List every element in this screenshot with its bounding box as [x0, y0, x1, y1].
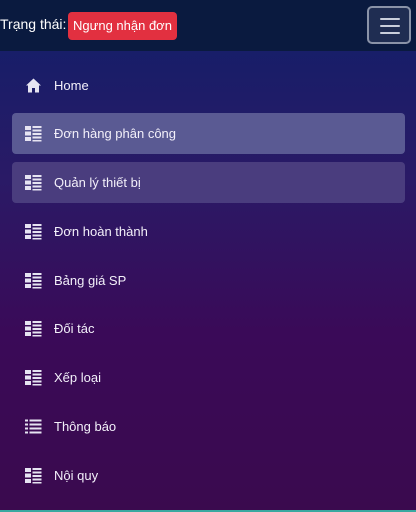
sidebar-item-label: Xếp loại [54, 370, 101, 385]
sidebar-item-home[interactable]: Home [12, 65, 405, 106]
sidebar-item-doi-tac[interactable]: Đối tác [12, 308, 405, 349]
top-navbar: Trạng thái: Ngưng nhận đơn [0, 0, 416, 51]
app-screen: Trạng thái: Ngưng nhận đơn Home Đơn hàng… [0, 0, 416, 512]
home-icon [26, 78, 41, 93]
sidebar-item-label: Thông báo [54, 419, 117, 434]
list-detail-icon [25, 273, 42, 289]
sidebar-item-label: Quản lý thiết bị [54, 175, 141, 190]
list-detail-icon [25, 175, 42, 191]
list-detail-icon [25, 224, 42, 240]
sidebar-item-thong-bao[interactable]: Thông báo [12, 406, 405, 447]
list-icon [25, 419, 42, 434]
status-label: Trạng thái: [0, 16, 67, 32]
sidebar-item-label: Đơn hoàn thành [54, 224, 148, 239]
sidebar-item-label: Home [54, 78, 89, 93]
sidebar-item-label: Đối tác [54, 321, 95, 336]
sidebar-item-xep-loai[interactable]: Xếp loại [12, 357, 405, 398]
sidebar-item-label: Bảng giá SP [54, 273, 127, 288]
sidebar-item-label: Đơn hàng phân công [54, 126, 177, 141]
status-badge[interactable]: Ngưng nhận đơn [68, 12, 177, 40]
menu-toggle-button[interactable] [367, 6, 411, 44]
hamburger-icon [380, 18, 400, 20]
list-detail-icon [25, 468, 42, 484]
list-detail-icon [25, 370, 42, 386]
list-detail-icon [25, 126, 42, 142]
sidebar-item-don-hoan-thanh[interactable]: Đơn hoàn thành [12, 211, 405, 252]
list-detail-icon [25, 321, 42, 337]
sidebar-item-label: Nội quy [54, 468, 99, 483]
sidebar-item-quan-ly-thiet-bi[interactable]: Quản lý thiết bị [12, 162, 405, 203]
sidebar-item-don-hang-phan-cong[interactable]: Đơn hàng phân công [12, 113, 405, 154]
sidebar-item-noi-quy[interactable]: Nội quy [12, 455, 405, 496]
sidebar-item-bang-gia-sp[interactable]: Bảng giá SP [12, 260, 405, 301]
